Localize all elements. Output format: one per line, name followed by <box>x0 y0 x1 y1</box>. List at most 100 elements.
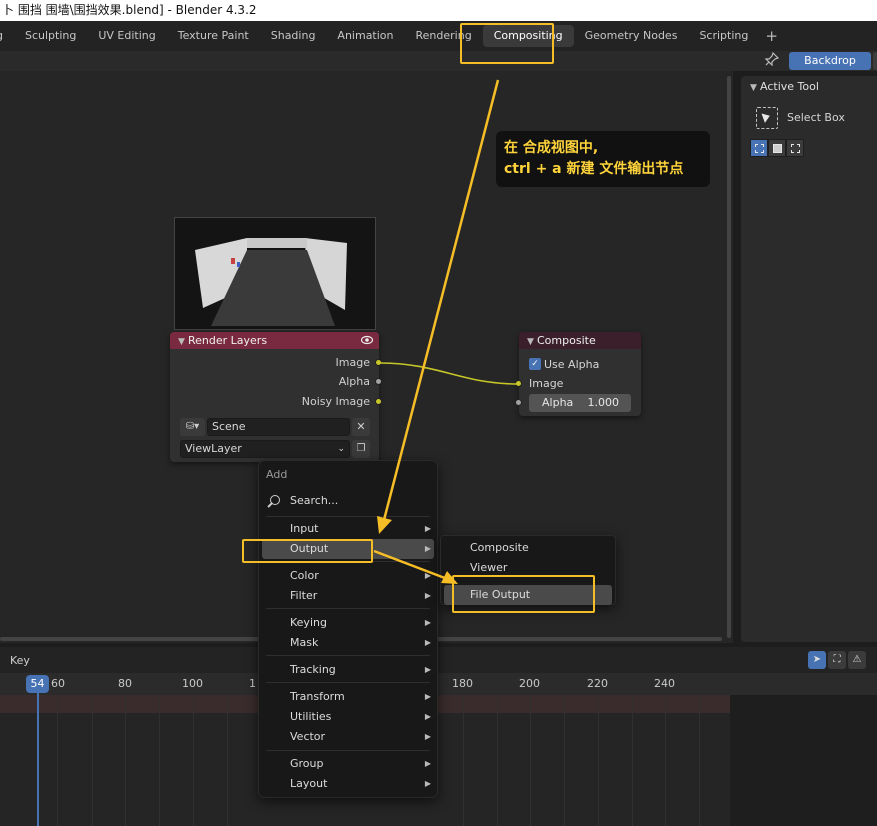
menu-item-label: Filter <box>290 589 318 602</box>
tick-label: 220 <box>587 677 608 690</box>
menu-item-label: Layout <box>290 777 328 790</box>
tick-label: 180 <box>452 677 473 690</box>
render-layers-title: Render Layers <box>188 334 268 347</box>
window-title: 卜 围挡 围墙\围挡效果.blend] - Blender 4.3.2 <box>0 0 877 21</box>
tick-label: 200 <box>519 677 540 690</box>
tab-uv-editing[interactable]: UV Editing <box>87 25 166 47</box>
menu-item-tracking[interactable]: Tracking ▶ <box>262 660 434 680</box>
input-image-socket[interactable] <box>515 380 522 387</box>
menu-item-label: Tracking <box>290 663 336 676</box>
menu-item-filter[interactable]: Filter ▶ <box>262 586 434 606</box>
alpha-slider[interactable]: Alpha 1.000 <box>529 394 631 412</box>
timeline-tool-icons: ➤ ⛶ ⚠ <box>808 651 866 669</box>
tick-label: 100 <box>182 677 203 690</box>
sidebar-panel <box>741 76 877 642</box>
mode-extend-icon[interactable] <box>768 139 786 157</box>
input-alpha-socket[interactable] <box>515 399 522 406</box>
eye-icon[interactable] <box>361 335 373 345</box>
vertical-scrollbar[interactable] <box>727 76 731 638</box>
pin-icon[interactable] <box>763 51 781 70</box>
menu-item-label: Color <box>290 569 319 582</box>
chevron-down-icon: ⌄ <box>337 444 345 454</box>
chevron-right-icon: ▶ <box>424 524 431 533</box>
scene-selector-icon[interactable]: ⛁▾ <box>180 418 205 436</box>
menu-item-label: Vector <box>290 730 326 743</box>
highlight-compositing-tab <box>460 23 554 64</box>
annotation-callout: 在 合成视图中, ctrl + a 新建 文件输出节点 <box>496 131 710 187</box>
chevron-down-icon: ▼ <box>750 83 757 93</box>
submenu-item-composite[interactable]: Composite <box>444 538 612 558</box>
select-box-label: Select Box <box>787 111 845 124</box>
tick-label: 80 <box>118 677 132 690</box>
render-layers-node-header[interactable]: ▼ Render Layers <box>170 332 379 349</box>
menu-item-label: Input <box>290 522 319 535</box>
chevron-down-icon[interactable]: ▼ <box>527 334 537 351</box>
chevron-right-icon: ▶ <box>424 759 431 768</box>
header-edge-button[interactable] <box>873 52 877 70</box>
annotation-line-2: ctrl + a 新建 文件输出节点 <box>504 161 684 177</box>
chevron-right-icon: ▶ <box>424 732 431 741</box>
menu-item-label: Keying <box>290 616 327 629</box>
output-image-socket[interactable] <box>375 359 382 366</box>
frame-select-icon[interactable]: ⛶ <box>828 651 846 669</box>
chevron-right-icon: ▶ <box>424 544 431 553</box>
chevron-right-icon: ▶ <box>424 712 431 721</box>
tab-animation[interactable]: Animation <box>326 25 404 47</box>
mode-set-icon[interactable] <box>750 139 768 157</box>
mode-subtract-icon[interactable] <box>786 139 804 157</box>
add-menu-title: Add <box>266 468 288 481</box>
annotation-line-1: 在 合成视图中, <box>504 140 599 156</box>
menu-item-group[interactable]: Group ▶ <box>262 754 434 774</box>
warning-icon[interactable]: ⚠ <box>848 651 866 669</box>
menu-item-vector[interactable]: Vector ▶ <box>262 727 434 747</box>
menu-item-layout[interactable]: Layout ▶ <box>262 774 434 794</box>
tab-texture-paint[interactable]: Texture Paint <box>167 25 260 47</box>
highlight-output-item <box>242 539 373 563</box>
composite-node-header[interactable]: ▼ Composite <box>519 332 641 349</box>
menu-item-color[interactable]: Color ▶ <box>262 566 434 586</box>
chevron-right-icon: ▶ <box>424 692 431 701</box>
cursor-icon[interactable]: ➤ <box>808 651 826 669</box>
chevron-right-icon: ▶ <box>424 638 431 647</box>
search-icon <box>270 495 280 505</box>
menu-item-mask[interactable]: Mask ▶ <box>262 633 434 653</box>
current-frame-badge[interactable]: 54 <box>26 675 49 693</box>
menu-item-utilities[interactable]: Utilities ▶ <box>262 707 434 727</box>
menu-item-input[interactable]: Input ▶ <box>262 519 434 539</box>
playhead-line[interactable] <box>37 693 39 826</box>
select-box-tool-icon[interactable] <box>756 107 778 129</box>
view-layer-dropdown[interactable]: ViewLayer ⌄ <box>180 440 350 458</box>
tab-geometry-nodes[interactable]: Geometry Nodes <box>574 25 689 47</box>
key-menu[interactable]: Key <box>10 654 30 667</box>
backdrop-toggle-button[interactable]: Backdrop <box>789 52 871 70</box>
layer-copy-icon[interactable]: ❐ <box>352 440 370 458</box>
active-tool-panel-header[interactable]: ▼ Active Tool <box>750 80 819 93</box>
chevron-down-icon[interactable]: ▼ <box>178 334 188 351</box>
view-layer-value: ViewLayer <box>185 442 242 455</box>
menu-item-label: Mask <box>290 636 319 649</box>
close-icon[interactable]: ✕ <box>352 418 370 436</box>
tick-label: 1 <box>249 677 256 690</box>
selection-mode-group <box>750 139 806 157</box>
scene-field[interactable]: Scene <box>207 418 350 436</box>
menu-item-label: Transform <box>290 690 345 703</box>
output-noisy-image-label: Noisy Image <box>301 395 370 408</box>
menu-item-transform[interactable]: Transform ▶ <box>262 687 434 707</box>
active-tool-title: Active Tool <box>760 80 819 93</box>
use-alpha-label: Use Alpha <box>544 358 600 371</box>
editor-header <box>0 51 877 71</box>
menu-item-keying[interactable]: Keying ▶ <box>262 613 434 633</box>
use-alpha-checkbox[interactable]: ✓ <box>529 358 541 370</box>
tab-scripting[interactable]: Scripting <box>688 25 759 47</box>
timeline-header <box>0 647 877 673</box>
input-image-label: Image <box>529 377 564 390</box>
timeline-body[interactable] <box>0 695 877 826</box>
tab-sculpting[interactable]: Sculpting <box>14 25 87 47</box>
output-noisy-image-socket[interactable] <box>375 398 382 405</box>
search-field[interactable]: Search... <box>266 491 428 513</box>
tab-shading[interactable]: Shading <box>260 25 327 47</box>
tick-label: 60 <box>51 677 65 690</box>
output-alpha-socket[interactable] <box>375 378 382 385</box>
add-workspace-button[interactable]: + <box>759 25 784 47</box>
tab-layout-partial[interactable]: g <box>0 25 14 47</box>
